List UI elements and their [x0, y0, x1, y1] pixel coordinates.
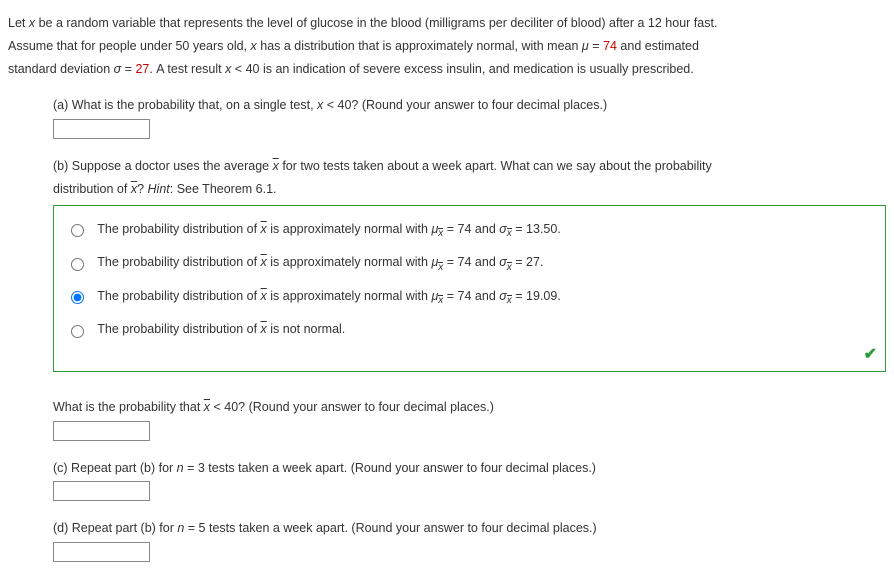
- intro-line2-a: Assume that for people under 50 years ol…: [8, 39, 251, 53]
- intro-line3-a: standard deviation: [8, 62, 114, 76]
- mu-value: 74: [603, 39, 617, 53]
- intro-line3-c: < 40 is an indication of severe excess i…: [231, 62, 693, 76]
- intro-line1-b: be a random variable that represents the…: [35, 16, 717, 30]
- opt1-prefix: The probability distribution of: [97, 222, 260, 236]
- sigma-value: 27: [135, 62, 149, 76]
- opt1-mid: is approximately normal with: [267, 222, 432, 236]
- answer-a-input[interactable]: [53, 119, 150, 139]
- part-b-options: The probability distribution of x is app…: [53, 205, 886, 372]
- option-1[interactable]: The probability distribution of x is app…: [64, 214, 875, 248]
- b2-text: What is the probability that x < 40? (Ro…: [53, 398, 886, 417]
- option-3[interactable]: The probability distribution of x is app…: [64, 281, 875, 315]
- answer-d-input[interactable]: [53, 542, 150, 562]
- opt1-mu-expr: = 74 and: [443, 222, 499, 236]
- opt3-mid: is approximately normal with: [267, 289, 432, 303]
- opt3-sigma: σx: [499, 289, 512, 303]
- d-nvar: n: [177, 521, 184, 535]
- opt3-mu-expr: = 74 and: [443, 289, 499, 303]
- hint-rest: : See Theorem 6.1.: [170, 182, 277, 196]
- opt4-a: The probability distribution of: [97, 322, 260, 336]
- opt2-mu-expr: = 74 and: [443, 255, 499, 269]
- b2-label-b: < 40? (Round your answer to four decimal…: [210, 400, 494, 414]
- part-b2: What is the probability that x < 40? (Ro…: [53, 398, 886, 441]
- intro-line2-b: has a distribution that is approximately…: [257, 39, 582, 53]
- opt3-prefix: The probability distribution of: [97, 289, 260, 303]
- opt2-sigma-val: = 27.: [512, 255, 544, 269]
- opt2-prefix: The probability distribution of: [97, 255, 260, 269]
- opt3-mu: μx: [431, 289, 443, 303]
- d-text: (d) Repeat part (b) for n = 5 tests take…: [53, 519, 886, 538]
- answer-b2-input[interactable]: [53, 421, 150, 441]
- option-2[interactable]: The probability distribution of x is app…: [64, 247, 875, 281]
- option-1-radio[interactable]: [71, 224, 84, 237]
- opt2-mid: is approximately normal with: [267, 255, 432, 269]
- intro-line1: Let x be a random variable that represen…: [8, 14, 886, 33]
- a-rest: < 40? (Round your answer to four decimal…: [323, 98, 607, 112]
- eq2: =: [121, 62, 135, 76]
- part-c: (c) Repeat part (b) for n = 3 tests take…: [53, 459, 886, 502]
- opt3-sigma-val: = 19.09.: [512, 289, 561, 303]
- d-text-b: = 5 tests taken a week apart. (Round you…: [184, 521, 596, 535]
- opt4-b: is not normal.: [267, 322, 346, 336]
- checkmark-icon: ✔: [864, 343, 877, 367]
- intro-line3: standard deviation σ = 27. A test result…: [8, 60, 886, 79]
- part-b-line2: distribution of x? Hint: See Theorem 6.1…: [53, 180, 886, 199]
- b-line1-a: (b) Suppose a doctor uses the average: [53, 159, 273, 173]
- c-text: (c) Repeat part (b) for n = 3 tests take…: [53, 459, 886, 478]
- part-d: (d) Repeat part (b) for n = 5 tests take…: [53, 519, 886, 562]
- option-4-radio[interactable]: [71, 325, 84, 338]
- opt1-sigma-val: = 13.50.: [512, 222, 561, 236]
- mu-symbol: μ: [582, 39, 589, 53]
- opt2-mu: μx: [431, 255, 443, 269]
- part-a-text: (a) What is the probability that, on a s…: [53, 96, 886, 115]
- opt1-sigma: σx: [499, 222, 512, 236]
- c-text-a: (c) Repeat part (b) for: [53, 461, 177, 475]
- b2-label-a: What is the probability that: [53, 400, 204, 414]
- option-4[interactable]: The probability distribution of x is not…: [64, 314, 875, 345]
- part-b: (b) Suppose a doctor uses the average x …: [53, 157, 886, 372]
- answer-c-input[interactable]: [53, 481, 150, 501]
- intro-line2: Assume that for people under 50 years ol…: [8, 37, 886, 56]
- part-b-line1: (b) Suppose a doctor uses the average x …: [53, 157, 886, 176]
- a-label: (a) What is the probability that, on a s…: [53, 98, 317, 112]
- hint-label: Hint: [148, 182, 170, 196]
- c-text-b: = 3 tests taken a week apart. (Round you…: [184, 461, 596, 475]
- intro-line1-a: Let: [8, 16, 29, 30]
- b-line2-b: ?: [137, 182, 147, 196]
- part-a: (a) What is the probability that, on a s…: [53, 96, 886, 139]
- option-2-radio[interactable]: [71, 258, 84, 271]
- opt1-mu: μx: [431, 222, 443, 236]
- intro-line3-b: . A test result: [149, 62, 225, 76]
- c-nvar: n: [177, 461, 184, 475]
- b-line1-b: for two tests taken about a week apart. …: [279, 159, 712, 173]
- d-text-a: (d) Repeat part (b) for: [53, 521, 177, 535]
- opt2-sigma: σx: [499, 255, 512, 269]
- b-line2-a: distribution of: [53, 182, 131, 196]
- eq1: =: [589, 39, 603, 53]
- intro-line2-c: and estimated: [617, 39, 699, 53]
- option-3-radio[interactable]: [71, 291, 84, 304]
